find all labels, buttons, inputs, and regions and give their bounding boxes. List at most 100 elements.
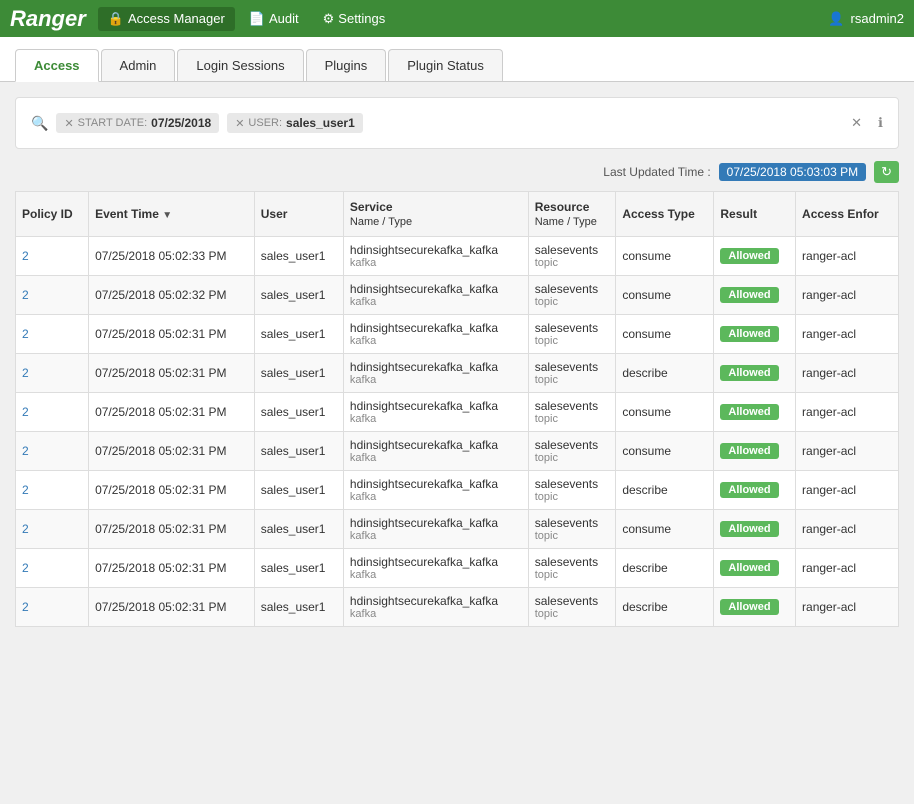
policy-id-link[interactable]: 2: [22, 561, 29, 575]
cell-result: Allowed: [714, 315, 796, 354]
col-service: ServiceName / Type: [343, 192, 528, 237]
clear-all-button[interactable]: ✕: [851, 115, 862, 131]
cell-access-enforcer: ranger-acl: [796, 393, 899, 432]
col-event-time[interactable]: Event Time ▼: [89, 192, 255, 237]
cell-event-time: 07/25/2018 05:02:31 PM: [89, 315, 255, 354]
policy-id-link[interactable]: 2: [22, 600, 29, 614]
nav-settings[interactable]: ⚙ Settings: [313, 7, 396, 31]
cell-resource: salesevents topic: [528, 588, 616, 627]
result-badge: Allowed: [720, 599, 778, 615]
cell-policy-id: 2: [16, 588, 89, 627]
result-badge: Allowed: [720, 560, 778, 576]
user-avatar-icon: 👤: [828, 11, 844, 27]
search-icon: 🔍: [31, 115, 48, 132]
cell-policy-id: 2: [16, 237, 89, 276]
cell-resource: salesevents topic: [528, 510, 616, 549]
nav-audit-label: Audit: [269, 11, 299, 26]
policy-id-link[interactable]: 2: [22, 405, 29, 419]
brand-logo: Ranger: [10, 6, 86, 32]
cell-event-time: 07/25/2018 05:02:31 PM: [89, 354, 255, 393]
cell-resource: salesevents topic: [528, 315, 616, 354]
tab-access[interactable]: Access: [15, 49, 99, 82]
col-user: User: [254, 192, 343, 237]
cell-result: Allowed: [714, 432, 796, 471]
col-policy-id: Policy ID: [16, 192, 89, 237]
user-label: USER:: [248, 117, 282, 129]
cell-user: sales_user1: [254, 276, 343, 315]
col-result: Result: [714, 192, 796, 237]
policy-id-link[interactable]: 2: [22, 249, 29, 263]
cell-result: Allowed: [714, 549, 796, 588]
cell-user: sales_user1: [254, 510, 343, 549]
cell-user: sales_user1: [254, 315, 343, 354]
result-badge: Allowed: [720, 443, 778, 459]
remove-start-date-button[interactable]: ✕: [64, 117, 73, 130]
cell-event-time: 07/25/2018 05:02:31 PM: [89, 588, 255, 627]
sort-arrow-event-time: ▼: [162, 210, 172, 221]
cell-resource: salesevents topic: [528, 237, 616, 276]
main-content: 🔍 ✕ START DATE: 07/25/2018 ✕ USER: sales…: [0, 82, 914, 642]
start-date-label: START DATE:: [78, 117, 147, 129]
cell-resource: salesevents topic: [528, 432, 616, 471]
search-panel: 🔍 ✕ START DATE: 07/25/2018 ✕ USER: sales…: [15, 97, 899, 149]
cell-service: hdinsightsecurekafka_kafka kafka: [343, 276, 528, 315]
audit-icon: 📄: [249, 11, 265, 27]
cell-access-enforcer: ranger-acl: [796, 471, 899, 510]
col-resource: ResourceName / Type: [528, 192, 616, 237]
tab-admin[interactable]: Admin: [101, 49, 176, 81]
cell-user: sales_user1: [254, 237, 343, 276]
cell-service: hdinsightsecurekafka_kafka kafka: [343, 237, 528, 276]
nav-access-manager-label: Access Manager: [128, 11, 225, 26]
access-manager-icon: 🔒: [108, 11, 124, 27]
start-date-value: 07/25/2018: [151, 116, 211, 130]
cell-service: hdinsightsecurekafka_kafka kafka: [343, 354, 528, 393]
policy-id-link[interactable]: 2: [22, 327, 29, 341]
table-row: 2 07/25/2018 05:02:31 PM sales_user1 hdi…: [16, 471, 899, 510]
remove-user-button[interactable]: ✕: [235, 117, 244, 130]
search-row: 🔍 ✕ START DATE: 07/25/2018 ✕ USER: sales…: [31, 113, 883, 133]
cell-resource: salesevents topic: [528, 276, 616, 315]
cell-result: Allowed: [714, 354, 796, 393]
timestamp-badge: 07/25/2018 05:03:03 PM: [719, 163, 866, 181]
result-badge: Allowed: [720, 482, 778, 498]
cell-service: hdinsightsecurekafka_kafka kafka: [343, 315, 528, 354]
user-filter[interactable]: ✕ USER: sales_user1: [227, 113, 363, 133]
cell-result: Allowed: [714, 588, 796, 627]
tab-plugins[interactable]: Plugins: [306, 49, 387, 81]
result-badge: Allowed: [720, 248, 778, 264]
result-badge: Allowed: [720, 287, 778, 303]
cell-access-type: describe: [616, 471, 714, 510]
cell-access-type: consume: [616, 237, 714, 276]
tabs-bar: Access Admin Login Sessions Plugins Plug…: [0, 37, 914, 82]
cell-access-type: describe: [616, 354, 714, 393]
user-menu[interactable]: 👤 rsadmin2: [828, 11, 904, 27]
policy-id-link[interactable]: 2: [22, 483, 29, 497]
cell-service: hdinsightsecurekafka_kafka kafka: [343, 471, 528, 510]
policy-id-link[interactable]: 2: [22, 444, 29, 458]
cell-access-type: consume: [616, 315, 714, 354]
cell-policy-id: 2: [16, 393, 89, 432]
cell-resource: salesevents topic: [528, 393, 616, 432]
cell-access-type: consume: [616, 276, 714, 315]
cell-result: Allowed: [714, 471, 796, 510]
cell-event-time: 07/25/2018 05:02:31 PM: [89, 549, 255, 588]
tab-plugin-status[interactable]: Plugin Status: [388, 49, 503, 81]
refresh-button[interactable]: ↻: [874, 161, 899, 183]
policy-id-link[interactable]: 2: [22, 288, 29, 302]
start-date-filter[interactable]: ✕ START DATE: 07/25/2018: [56, 113, 219, 133]
top-navigation: Ranger 🔒 Access Manager 📄 Audit ⚙ Settin…: [0, 0, 914, 37]
tab-login-sessions[interactable]: Login Sessions: [177, 49, 303, 81]
table-row: 2 07/25/2018 05:02:31 PM sales_user1 hdi…: [16, 315, 899, 354]
cell-event-time: 07/25/2018 05:02:33 PM: [89, 237, 255, 276]
cell-access-enforcer: ranger-acl: [796, 510, 899, 549]
nav-audit[interactable]: 📄 Audit: [239, 7, 309, 31]
last-updated-row: Last Updated Time : 07/25/2018 05:03:03 …: [15, 161, 899, 183]
cell-resource: salesevents topic: [528, 471, 616, 510]
settings-icon: ⚙: [323, 11, 335, 27]
policy-id-link[interactable]: 2: [22, 522, 29, 536]
cell-access-enforcer: ranger-acl: [796, 276, 899, 315]
cell-user: sales_user1: [254, 393, 343, 432]
policy-id-link[interactable]: 2: [22, 366, 29, 380]
nav-access-manager[interactable]: 🔒 Access Manager: [98, 7, 235, 31]
info-icon[interactable]: ℹ: [878, 115, 883, 131]
